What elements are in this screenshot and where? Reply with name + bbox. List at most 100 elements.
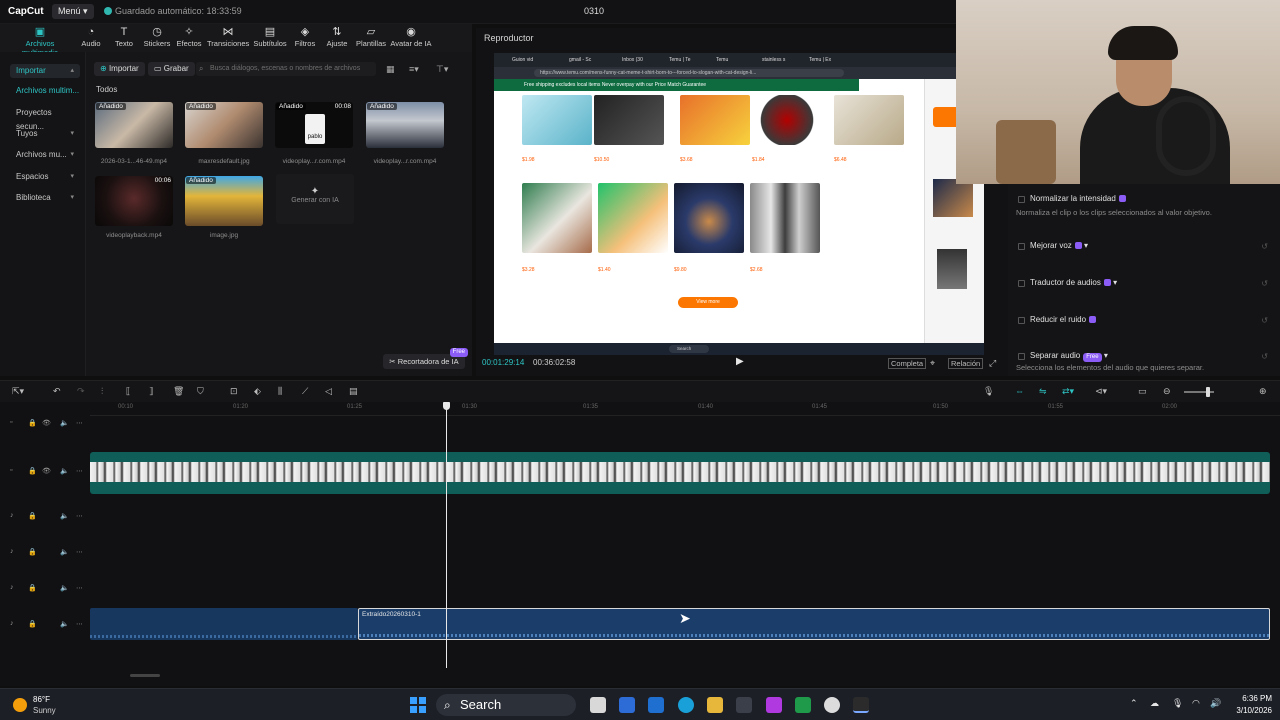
more-icon[interactable]: ⋯ [76, 419, 83, 427]
media-thumb-2[interactable]: Añadido [185, 102, 263, 148]
menu-button[interactable]: Menú ▾ [52, 4, 94, 19]
lock-icon[interactable]: 🔒 [28, 512, 37, 520]
store-icon[interactable] [736, 697, 752, 713]
clock-time[interactable]: 6:36 PM [1236, 694, 1272, 703]
snap-icon[interactable]: ⊲▾ [1095, 386, 1107, 397]
cloud-sync-icon[interactable]: ☁ [1150, 698, 1159, 709]
preview-screen[interactable]: Guion vid gmail - Sc Inbox (30 Temu | Te… [494, 53, 984, 355]
media-thumb-5[interactable]: 00:06 [95, 176, 173, 226]
more-icon[interactable]: ⋯ [76, 620, 83, 628]
clock-date[interactable]: 3/10/2026 [1230, 706, 1272, 715]
play-icon[interactable]: ▶ [736, 356, 744, 367]
tab-effects[interactable]: ✧ Efectos [175, 26, 203, 48]
reset-icon[interactable]: ↺ [1261, 242, 1268, 251]
timeline-scrollbar[interactable] [130, 674, 160, 677]
lock-icon[interactable]: 🔒 [28, 548, 37, 556]
eye-icon[interactable]: 👁 [42, 419, 51, 427]
task-view-icon[interactable] [590, 697, 606, 713]
lock-icon[interactable]: 🔒 [28, 584, 37, 592]
lock-icon[interactable]: 🔒 [28, 419, 37, 427]
tab-templates[interactable]: ▱ Plantillas [355, 26, 387, 48]
import-button[interactable]: ⊕ Importar [94, 62, 145, 76]
zoom-in-icon[interactable]: ⊕ [1259, 386, 1267, 397]
preview-axis-icon[interactable]: ⇄▾ [1062, 386, 1074, 397]
filter-all-label[interactable]: Todos [96, 85, 117, 94]
media-thumb-4[interactable]: Añadido [366, 102, 444, 148]
cover-icon[interactable]: ▫ [10, 419, 12, 426]
delete-icon[interactable]: 🗑 [173, 386, 184, 397]
chrome-icon[interactable] [824, 697, 840, 713]
reset-icon[interactable]: ↺ [1261, 352, 1268, 361]
main-video-clip[interactable] [90, 452, 1270, 494]
audio-clip-selected[interactable]: Extraído20260310-1 [358, 608, 1270, 640]
microphone-icon[interactable]: 🎙 [983, 386, 994, 397]
file-explorer-icon[interactable] [707, 697, 723, 713]
volume-icon[interactable]: 🔈 [60, 467, 69, 475]
cover-icon[interactable]: ▫ [10, 467, 12, 474]
tab-stickers[interactable]: ◷ Stickers [142, 26, 172, 48]
generate-with-ai-button[interactable]: ✦ Generar con IA [276, 174, 354, 224]
more-icon[interactable]: ⋯ [76, 467, 83, 475]
weather-sun-icon[interactable] [13, 698, 27, 712]
tab-transitions[interactable]: ⋈ Transiciones [207, 26, 249, 48]
filter-icon[interactable]: ⊤▾ [436, 64, 448, 75]
weather-description[interactable]: Sunny [33, 706, 56, 715]
sidebar-item-import[interactable]: Importar ▴ [10, 64, 80, 78]
lock-icon[interactable]: 🔒 [28, 620, 37, 628]
media-thumb-1[interactable]: Añadido [95, 102, 173, 148]
tab-filters[interactable]: ◈ Filtros [292, 26, 318, 48]
media-search-input[interactable]: ⌕ Busca diálogos, escenas o nombres de ar… [196, 62, 376, 76]
lock-icon[interactable]: 🔒 [28, 467, 37, 475]
split-icon[interactable]: ⫶ [101, 386, 103, 397]
xbox-icon[interactable] [795, 697, 811, 713]
caption-icon[interactable]: ▤ [349, 386, 358, 397]
tab-ai-avatar[interactable]: ◉ Avatar de IA [390, 26, 432, 48]
tab-audio[interactable]: ◔ Audio [78, 26, 104, 48]
aspect-ratio-button[interactable]: Relación [948, 358, 984, 369]
wifi-icon[interactable]: ◠ [1192, 698, 1200, 709]
caption-track-icon[interactable]: ▭ [1138, 386, 1147, 397]
reset-icon[interactable]: ↺ [1261, 279, 1268, 288]
windows-start-icon[interactable] [410, 697, 426, 713]
select-tool-icon[interactable]: ⇱▾ [12, 386, 24, 397]
media-thumb-6[interactable]: Añadido [185, 176, 263, 226]
more-icon[interactable]: ⋯ [76, 584, 83, 592]
taskbar-search[interactable]: ⌕ Search [436, 694, 576, 716]
checkbox[interactable] [1018, 196, 1025, 203]
instagram-icon[interactable] [766, 697, 782, 713]
volume-icon[interactable]: 🔈 [60, 620, 69, 628]
time-ruler[interactable]: 00:10 01:20 01:25 01:30 01:35 01:40 01:4… [90, 402, 1280, 416]
expand-icon[interactable]: ⤢ [989, 358, 996, 369]
volume-icon[interactable]: 🔈 [60, 584, 69, 592]
link-icon[interactable]: ⇋ [1039, 386, 1047, 397]
sidebar-item-media-files[interactable]: Archivos multim... [10, 84, 80, 98]
tab-subtitles[interactable]: ▤ Subtítulos [252, 26, 288, 48]
more-icon[interactable]: ⋯ [76, 548, 83, 556]
sidebar-item-media-archive[interactable]: Archivos mu... ▾ [10, 148, 80, 162]
grid-view-icon[interactable]: ▦ [386, 64, 395, 75]
playhead[interactable] [446, 402, 447, 668]
microphone-icon[interactable]: 🎙 [1172, 698, 1183, 709]
eye-icon[interactable]: 👁 [42, 467, 51, 475]
zoom-out-icon[interactable]: ⊖ [1163, 386, 1171, 397]
split-left-icon[interactable]: ⟦ [126, 386, 130, 397]
sidebar-item-library[interactable]: Biblioteca ▾ [10, 191, 80, 205]
sort-icon[interactable]: ≡▾ [409, 64, 419, 75]
more-icon[interactable]: ⋯ [76, 512, 83, 520]
vscode-icon[interactable] [648, 697, 664, 713]
split-right-icon[interactable]: ⟧ [149, 386, 153, 397]
snapshot-icon[interactable]: ⌖ [930, 358, 935, 369]
volume-icon[interactable]: 🔊 [1210, 698, 1221, 709]
undo-icon[interactable]: ↶ [53, 386, 61, 397]
volume-icon[interactable]: 🔈 [60, 512, 69, 520]
zoom-slider-handle[interactable] [1206, 387, 1210, 397]
checkbox[interactable] [1018, 243, 1025, 250]
reverse-icon[interactable]: ◁ [325, 386, 332, 397]
crop-icon[interactable]: ⊡ [230, 386, 238, 397]
edge-browser-icon[interactable] [678, 697, 694, 713]
sidebar-item-secondary-projects[interactable]: Proyectos secun... [10, 106, 80, 131]
chevron-up-icon[interactable]: ⌃ [1130, 698, 1138, 709]
capcut-app-icon[interactable] [853, 697, 869, 713]
tab-text[interactable]: T Texto [110, 26, 138, 48]
checkbox[interactable] [1018, 280, 1025, 287]
